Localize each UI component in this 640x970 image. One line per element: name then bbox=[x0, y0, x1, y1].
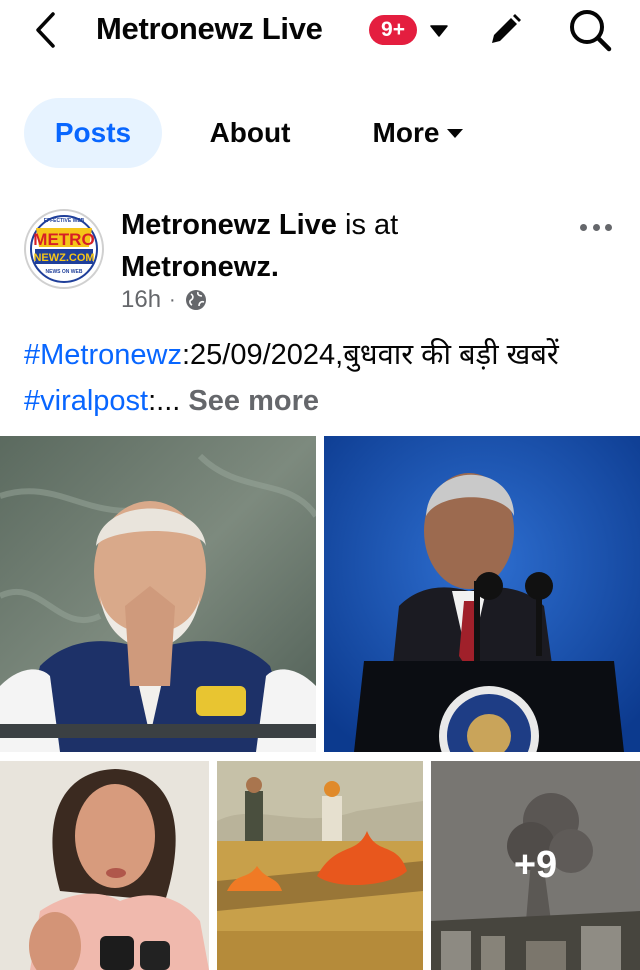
see-more-link[interactable]: See more bbox=[188, 385, 319, 417]
caret-down-icon bbox=[447, 128, 464, 138]
separator-dot: · bbox=[169, 288, 176, 311]
metronewz-logo: EFFECTIVE WEB METRO NEWZ.COM NEWS ON WEB bbox=[28, 213, 100, 285]
search-button[interactable] bbox=[564, 6, 616, 54]
logo-bottom-text: NEWZ.COM bbox=[33, 252, 94, 264]
post-header: EFFECTIVE WEB METRO NEWZ.COM NEWS ON WEB… bbox=[0, 198, 640, 318]
edit-button[interactable] bbox=[482, 8, 528, 52]
post-photo-4[interactable] bbox=[217, 761, 423, 970]
tab-posts[interactable]: Posts bbox=[24, 98, 162, 168]
tab-more-label: More bbox=[372, 117, 440, 148]
more-photos-count: +9 bbox=[431, 761, 640, 970]
back-chevron-icon bbox=[36, 12, 55, 48]
post-location[interactable]: Metronewz. bbox=[121, 251, 279, 283]
logo-arc-top: EFFECTIVE WEB bbox=[44, 218, 85, 224]
post-body-1: :25/09/2024,बुधवार की बड़ी खबरें bbox=[181, 339, 559, 371]
checkin-text: is at bbox=[345, 209, 399, 241]
man-at-podium-photo bbox=[324, 436, 640, 752]
post-time[interactable]: 16h bbox=[121, 286, 161, 314]
notification-badge: 9+ bbox=[369, 15, 417, 45]
more-dots-icon bbox=[592, 223, 600, 231]
logo-arc-bottom: NEWS ON WEB bbox=[46, 269, 83, 275]
man-folded-hands-photo bbox=[0, 436, 316, 752]
more-dots-icon bbox=[580, 223, 587, 231]
post-photo-2[interactable] bbox=[324, 436, 640, 752]
globe-icon bbox=[185, 290, 206, 310]
back-button[interactable] bbox=[28, 8, 64, 52]
more-dots-icon bbox=[605, 223, 612, 231]
tab-more[interactable]: More bbox=[348, 98, 488, 168]
post-photo-1[interactable] bbox=[0, 436, 316, 752]
profile-tabs: Posts About More bbox=[0, 96, 640, 170]
tab-posts-label: Posts bbox=[54, 117, 132, 148]
post-photo-3[interactable] bbox=[0, 761, 209, 970]
post-options-button[interactable] bbox=[572, 214, 620, 240]
post-author[interactable]: Metronewz Live bbox=[121, 209, 337, 241]
post-title: Metronewz Live is at Metronewz. bbox=[121, 204, 561, 288]
field-burning-photo bbox=[217, 761, 423, 970]
tab-about[interactable]: About bbox=[190, 98, 310, 168]
top-bar: Metronewz Live 9+ bbox=[0, 0, 640, 64]
post-text: #Metronewz:25/09/2024,बुधवार की बड़ी खबर… bbox=[24, 332, 624, 424]
post-body-2: :... bbox=[148, 385, 189, 417]
tab-about-label: About bbox=[209, 117, 291, 148]
page-switcher-button[interactable] bbox=[426, 18, 452, 44]
hashtag-viralpost[interactable]: #viralpost bbox=[24, 385, 148, 417]
avatar[interactable]: EFFECTIVE WEB METRO NEWZ.COM NEWS ON WEB bbox=[24, 209, 104, 289]
post-photo-5[interactable]: +9 bbox=[431, 761, 640, 970]
hashtag-metronewz[interactable]: #Metronewz bbox=[24, 339, 182, 371]
search-icon bbox=[570, 10, 612, 52]
logo-top-text: METRO bbox=[33, 230, 94, 249]
pencil-icon bbox=[492, 14, 521, 43]
post-meta: 16h · bbox=[121, 286, 208, 314]
woman-speaking-photo bbox=[0, 761, 209, 970]
page-title[interactable]: Metronewz Live bbox=[96, 11, 323, 47]
caret-down-icon bbox=[430, 25, 448, 37]
